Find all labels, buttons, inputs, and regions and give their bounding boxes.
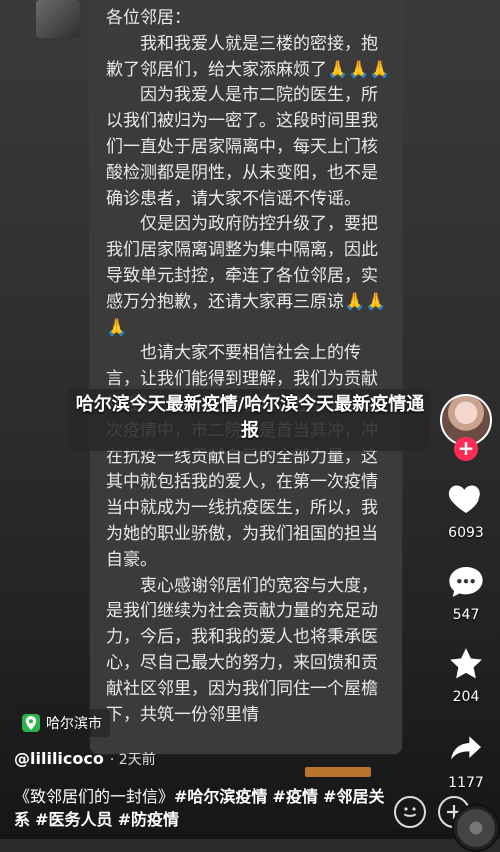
letter-line: 各位邻居： <box>106 8 191 28</box>
share-icon <box>451 736 481 760</box>
heart-icon <box>448 485 480 513</box>
video-title: 哈尔滨今天最新疫情/哈尔滨今天最新疫情通报 <box>75 394 425 441</box>
follow-button[interactable]: + <box>454 437 478 461</box>
letter-line: 也请大家不要相信社会上的传言，让我们能得到理解，我们为贡献社会的在职人员不容易。… <box>106 343 378 570</box>
share-count: 1177 <box>448 775 484 791</box>
share-button[interactable] <box>446 728 486 768</box>
hashtag[interactable]: #防疫情 <box>118 810 179 829</box>
hashtag[interactable]: #疫情 <box>273 787 318 806</box>
favorite-button[interactable] <box>446 644 486 684</box>
location-pin-icon <box>22 714 40 732</box>
comment-icon <box>449 567 483 597</box>
letter-line: 我和我爱人就是三楼的密接，抱歉了邻居们，给大家添麻烦了🙏🙏🙏 <box>106 33 391 80</box>
comment-count: 547 <box>452 607 480 623</box>
letter-line: 仅是因为政府防控升级了，要把我们居家隔离调整为集中隔离，因此导致单元封控，牵连了… <box>106 214 387 338</box>
like-count: 6093 <box>448 525 484 541</box>
star-icon <box>450 648 482 679</box>
post-time: · 2天前 <box>109 752 156 768</box>
location-chip[interactable]: 哈尔滨市 <box>14 709 110 737</box>
music-disc[interactable] <box>452 804 500 852</box>
sender-avatar <box>36 0 80 38</box>
like-button[interactable] <box>446 478 486 518</box>
location-label: 哈尔滨市 <box>46 716 102 732</box>
author-line: @lililicoco · 2天前 <box>14 749 156 769</box>
video-caption: 《致邻居们的一封信》#哈尔滨疫情 #疫情 #邻居关系 #医务人员 #防疫情 <box>14 785 386 831</box>
favorite-count: 204 <box>452 689 480 705</box>
caption-lead: 《致邻居们的一封信》 <box>14 787 175 806</box>
decor-strip <box>305 767 371 777</box>
hashtag[interactable]: #医务人员 <box>35 810 112 829</box>
letter-text: 各位邻居： 我和我爱人就是三楼的密接，抱歉了邻居们，给大家添麻烦了🙏🙏🙏 因为我… <box>106 6 392 728</box>
letter-line: 因为我爱人是市二院的医生，所以我们被归为一密了。这段时间里我们一直处于居家隔离中… <box>106 85 378 209</box>
hashtag[interactable]: #哈尔滨疫情 <box>174 787 267 806</box>
author-name[interactable]: @lililicoco <box>14 749 104 768</box>
emoji-icon[interactable] <box>394 796 426 828</box>
comment-button[interactable] <box>446 562 486 602</box>
letter-line: 衷心感谢邻居们的宽容与大度，是我们继续为社会贡献力量的充足动力，今后，我和我的爱… <box>106 575 378 725</box>
